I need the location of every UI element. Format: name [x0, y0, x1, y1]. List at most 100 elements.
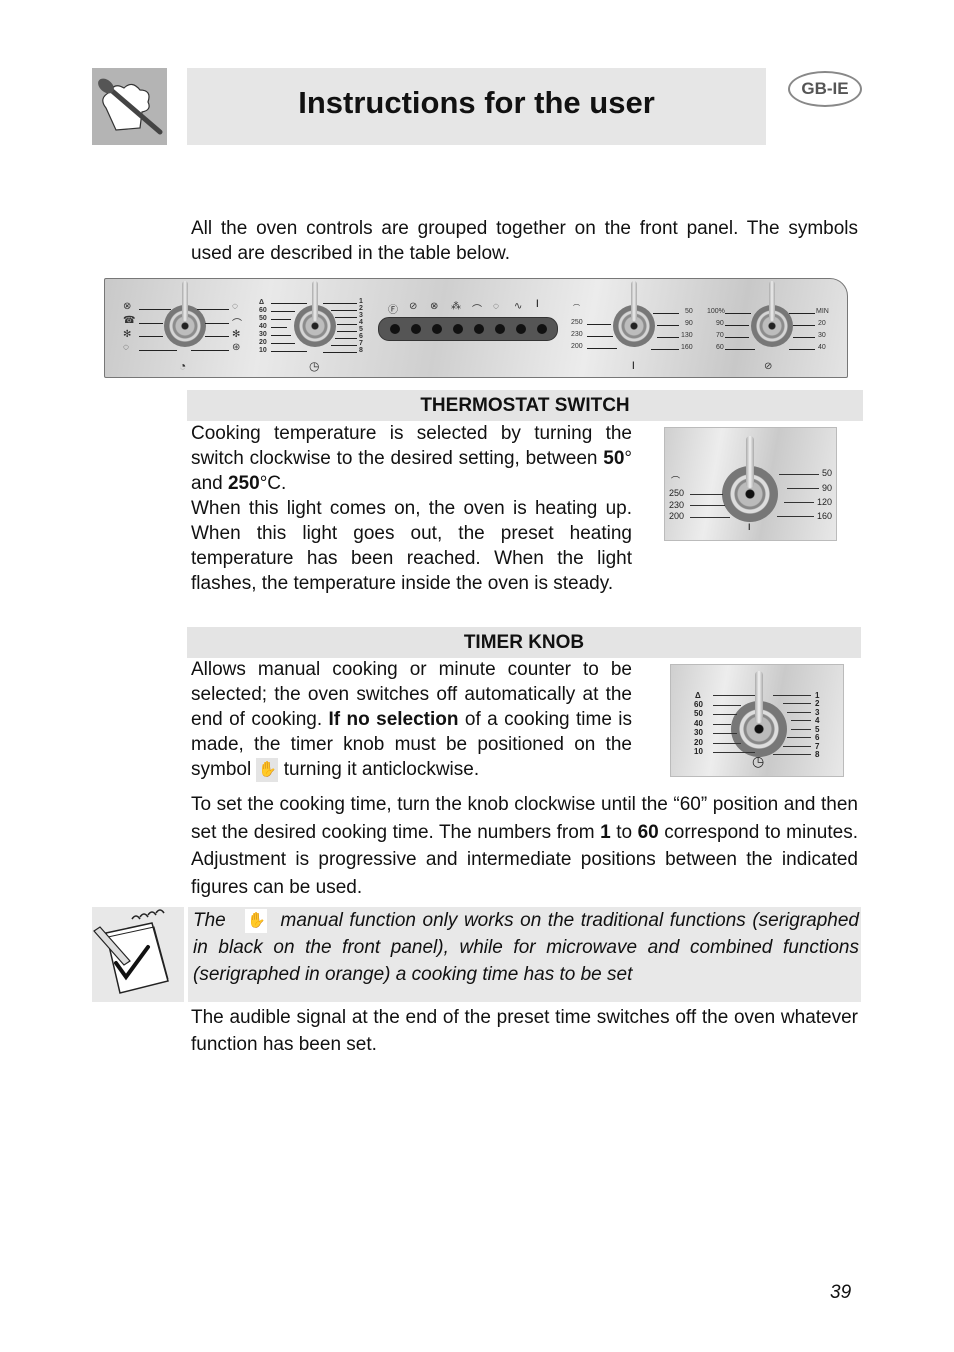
intro-text: All the oven controls are grouped togeth…	[191, 218, 858, 264]
microwave-grill-icon: ⊘	[409, 301, 418, 312]
manual-hand-icon: ✋	[245, 908, 268, 933]
pointer-line	[713, 743, 741, 744]
power-label: 40	[818, 344, 826, 351]
grill-fan-icon: ☎	[123, 315, 136, 326]
pointer-line	[587, 348, 617, 349]
indicator-light	[516, 324, 526, 334]
temp-min: 50	[603, 448, 625, 469]
indicator-light-bar	[378, 317, 558, 341]
thermostat-label: 250	[571, 319, 583, 326]
defrost-icon: ⁂	[451, 301, 461, 312]
power-label: 100%	[707, 308, 725, 315]
thermostat-label: 200	[669, 511, 685, 521]
timer-label: 40	[259, 323, 267, 330]
timer-section-heading: TIMER KNOB	[187, 627, 861, 658]
pointer-line	[653, 313, 679, 314]
thermostat-knob-image: ⌒ 250 230 200 50 90 120 160 ǀ	[664, 427, 837, 541]
minute-max: 60	[637, 821, 659, 843]
pointer-line	[191, 350, 229, 351]
thermostat-label: 50	[685, 308, 693, 315]
power-label: 60	[716, 344, 724, 351]
text: Cooking temperature is selected by turni…	[191, 423, 632, 469]
timer-label: 6	[815, 733, 820, 742]
pointer-line	[139, 323, 163, 324]
power-label: 70	[716, 332, 724, 339]
timer-label: 6	[359, 333, 363, 340]
function-knob	[164, 281, 206, 347]
timer-label: 20	[694, 738, 703, 747]
timer-label: 40	[694, 719, 703, 728]
pointer-line	[271, 335, 291, 336]
pointer-line	[789, 349, 815, 350]
indicator-light	[432, 324, 442, 334]
clock-icon: ◷	[752, 753, 765, 769]
pointer-line	[713, 724, 731, 725]
bottom-heat-icon: ◌	[232, 301, 238, 312]
pointer-line	[789, 313, 815, 314]
power-label: MIN	[816, 308, 829, 315]
thermostat-label: 120	[817, 497, 833, 507]
thermostat-label: 200	[571, 343, 583, 350]
pointer-line	[657, 325, 679, 326]
thermostat-label: 250	[669, 488, 685, 498]
text: manual function only works on the tradit…	[193, 910, 859, 985]
top-heat-icon: ⌒	[232, 319, 242, 330]
clock-icon: ◷	[309, 359, 320, 373]
circular-icon: ◌	[493, 301, 499, 312]
fan-grill-icon: ⊗	[430, 301, 439, 312]
pointer-line	[713, 705, 741, 706]
defrost-icon: ✻	[232, 329, 241, 340]
indicator-light	[474, 324, 484, 334]
pointer-line	[783, 746, 811, 747]
microwave-wave-icon: ∿	[514, 301, 523, 312]
thermostat-label: 90	[822, 483, 833, 493]
chef-hat-spoon-icon	[92, 68, 167, 145]
timer-label: 10	[259, 347, 267, 354]
pointer-line	[323, 303, 357, 304]
heat-arc-icon: ⌒	[573, 305, 580, 312]
text: The	[193, 910, 233, 931]
pointer-line	[587, 336, 613, 337]
thermostat-label: 230	[669, 500, 685, 510]
timer-label: 7	[359, 340, 363, 347]
pointer-line	[335, 317, 357, 318]
timer-label: 1	[359, 298, 363, 305]
pointer-line	[783, 703, 811, 704]
pointer-line	[793, 337, 815, 338]
pointer-line	[779, 474, 819, 475]
defrost-fan-icon: ✻	[123, 329, 132, 340]
page-number: 39	[830, 1282, 852, 1303]
pointer-line	[271, 319, 291, 320]
manual-hand-icon: ✋	[256, 757, 279, 782]
pointer-line	[139, 336, 163, 337]
text: °C.	[259, 473, 287, 494]
pointer-line	[587, 324, 611, 325]
temp-max: 250	[227, 473, 260, 494]
f-icon: Ⓕ	[388, 305, 398, 316]
pointer-line	[139, 350, 177, 351]
timer-label: 5	[359, 326, 363, 333]
pointer-line	[787, 712, 811, 713]
pointer-line	[791, 720, 811, 721]
pointer-line	[713, 752, 755, 753]
minute-min: 1	[600, 821, 611, 843]
pointer-line	[787, 737, 811, 738]
power-label: 20	[818, 320, 826, 327]
indicator-light	[453, 324, 463, 334]
power-label: 30	[818, 332, 826, 339]
closing-text: The audible signal at the end of the pre…	[191, 1007, 858, 1055]
pointer-line	[791, 729, 811, 730]
indicator-light	[495, 324, 505, 334]
circular-element-icon: ◌	[123, 342, 129, 353]
fan-icon: ⊛	[232, 342, 241, 353]
timer-label: 60	[259, 307, 267, 314]
note-text: The ✋ manual function only works on the …	[193, 907, 859, 988]
timer-knob-image: Δ 60 50 40 30 20 10 1 2 3 4 5 6 7 8 ◷	[670, 664, 844, 777]
timer-label: 8	[359, 347, 363, 354]
pointer-line	[205, 323, 229, 324]
thermometer-icon: ǀ	[536, 299, 539, 310]
pointer-line	[690, 494, 723, 495]
timer-label: 2	[815, 699, 820, 708]
pointer-line	[331, 310, 357, 311]
thermostat-knob	[722, 436, 778, 522]
